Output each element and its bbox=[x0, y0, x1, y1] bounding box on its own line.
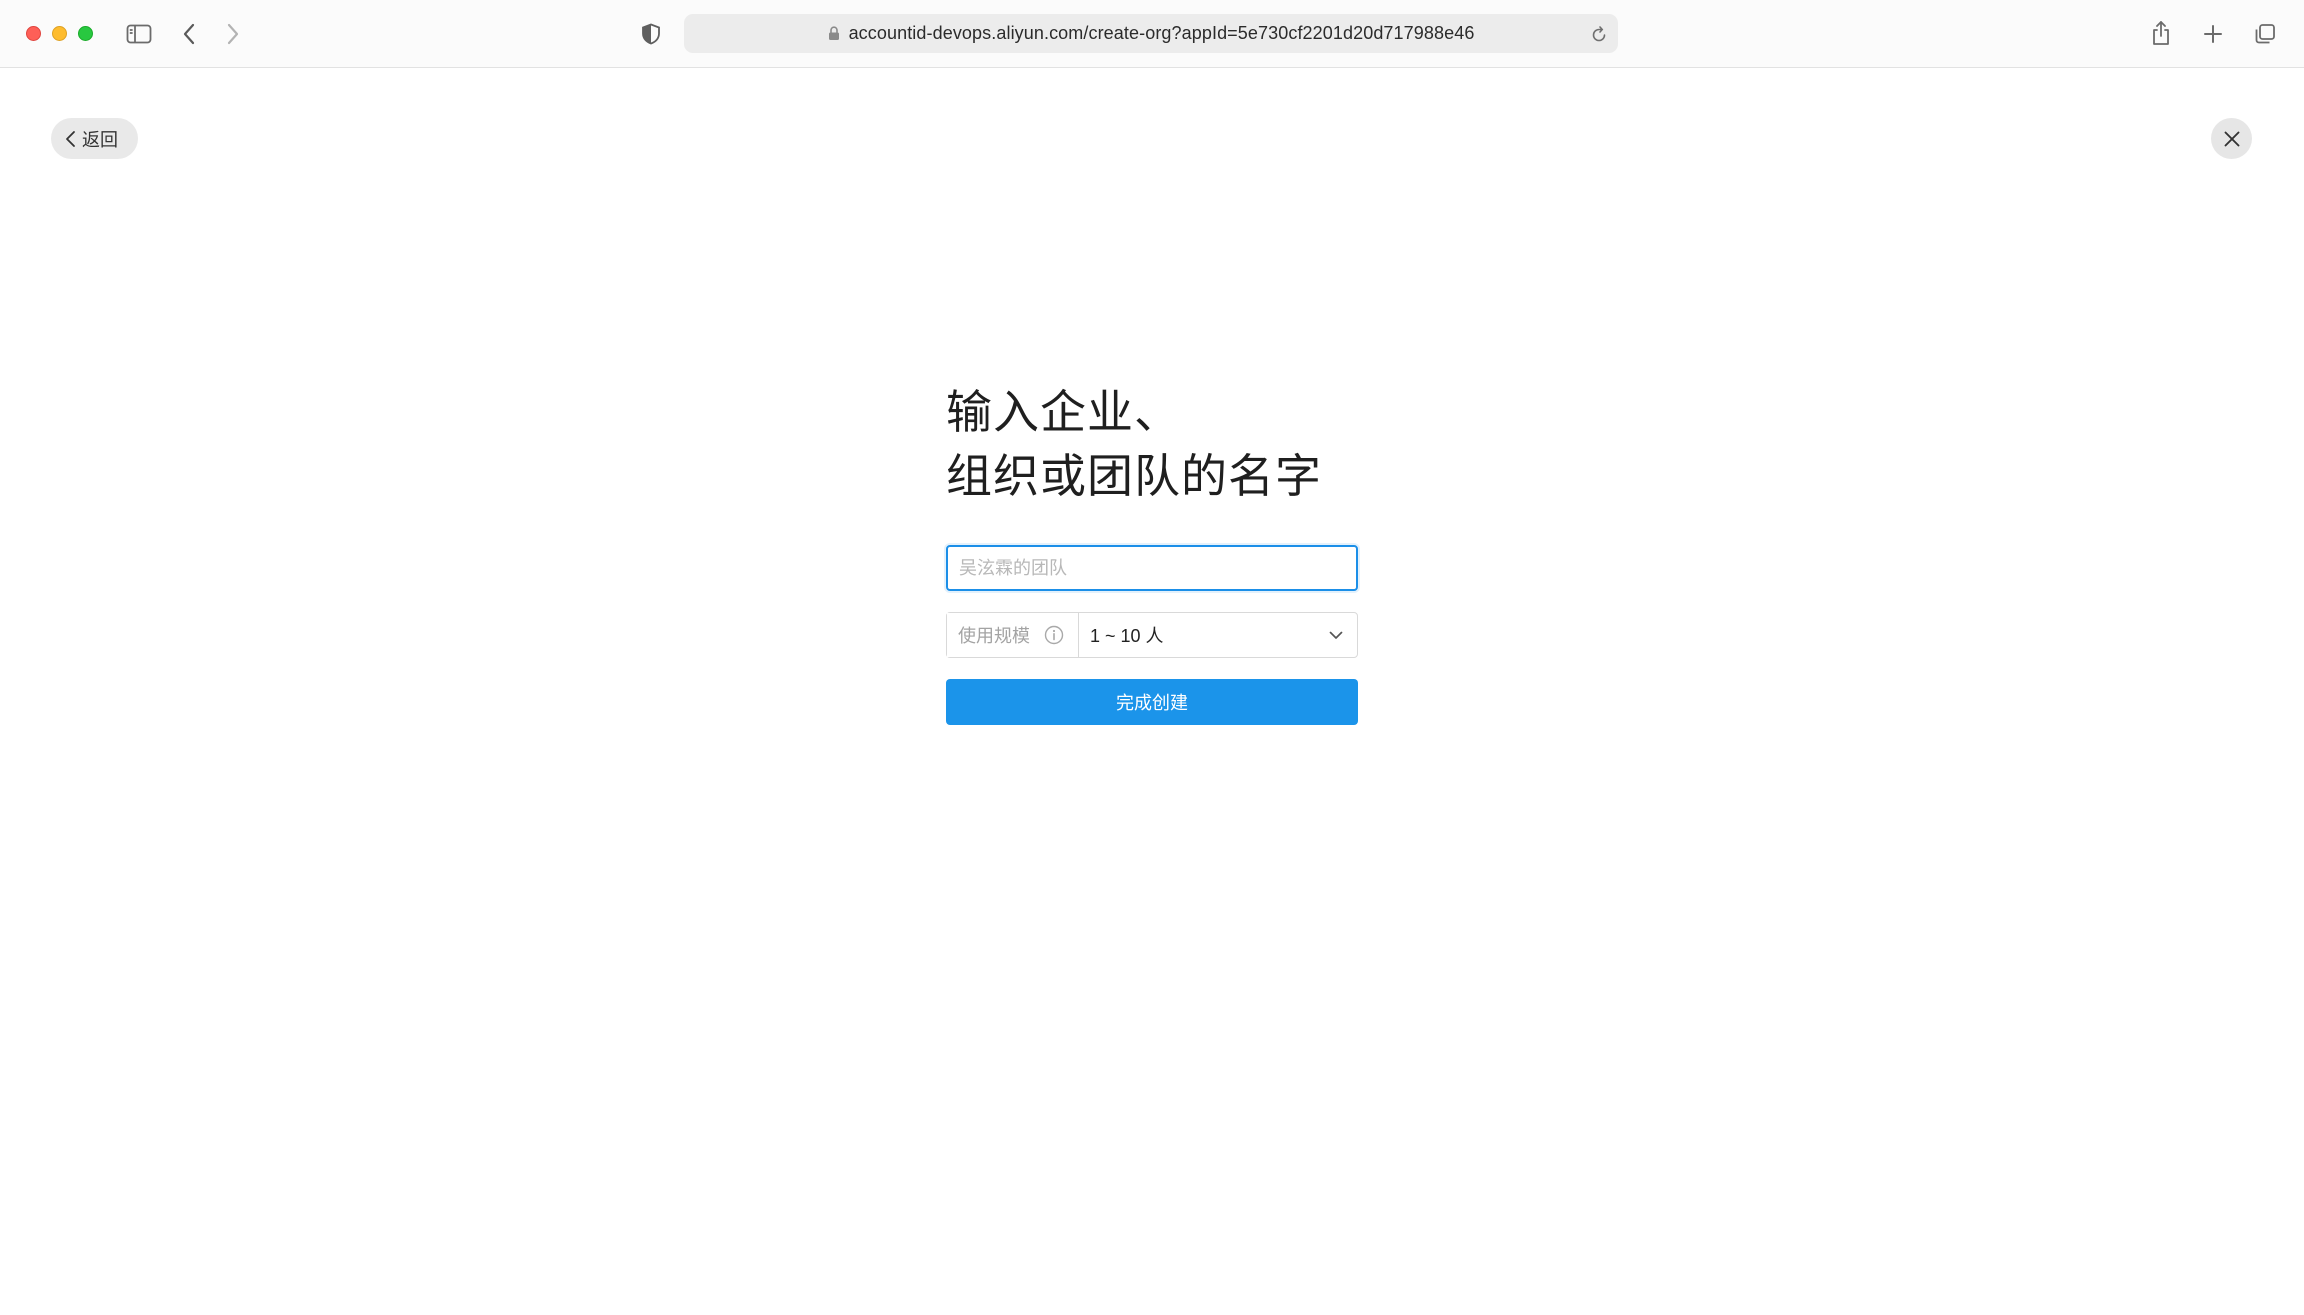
chevron-left-icon[interactable] bbox=[178, 20, 200, 48]
share-icon[interactable] bbox=[2148, 17, 2174, 49]
usage-scale-select[interactable]: 1 ~ 10 人 bbox=[1079, 613, 1357, 657]
info-icon[interactable] bbox=[1044, 625, 1064, 645]
tabs-overview-icon[interactable] bbox=[2252, 20, 2278, 48]
back-button-label: 返回 bbox=[82, 129, 118, 150]
chevron-down-icon bbox=[1329, 631, 1343, 640]
close-button[interactable] bbox=[2211, 118, 2252, 159]
chevron-left-icon bbox=[65, 130, 76, 148]
page-title: 输入企业、 组织或团队的名字 bbox=[946, 380, 1358, 508]
usage-scale-value: 1 ~ 10 人 bbox=[1090, 626, 1164, 646]
close-icon bbox=[2223, 130, 2241, 148]
back-button[interactable]: 返回 bbox=[51, 118, 138, 159]
url-text: accountid-devops.aliyun.com/create-org?a… bbox=[848, 23, 1475, 43]
create-org-form: 输入企业、 组织或团队的名字 使用规模 1 ~ 10 人 完成创建 bbox=[946, 380, 1358, 725]
plus-icon[interactable] bbox=[2200, 20, 2226, 48]
shield-icon[interactable] bbox=[638, 20, 664, 48]
lock-icon bbox=[828, 26, 840, 41]
usage-scale-field: 使用规模 1 ~ 10 人 bbox=[946, 612, 1358, 658]
usage-scale-label: 使用规模 bbox=[958, 626, 1030, 646]
reload-icon[interactable] bbox=[1590, 24, 1608, 44]
org-name-input[interactable] bbox=[946, 545, 1358, 591]
page-title-line2: 组织或团队的名字 bbox=[946, 450, 1322, 502]
window-close-button[interactable] bbox=[26, 26, 41, 41]
window-minimize-button[interactable] bbox=[52, 26, 67, 41]
create-submit-button[interactable]: 完成创建 bbox=[946, 679, 1358, 725]
usage-scale-label-box: 使用规模 bbox=[947, 613, 1079, 657]
page-title-line1: 输入企业、 bbox=[946, 386, 1181, 438]
address-bar[interactable]: accountid-devops.aliyun.com/create-org?a… bbox=[684, 14, 1618, 53]
window-zoom-button[interactable] bbox=[78, 26, 93, 41]
sidebar-toggle-icon[interactable] bbox=[124, 20, 154, 48]
browser-toolbar: accountid-devops.aliyun.com/create-org?a… bbox=[0, 0, 2304, 68]
chevron-right-icon[interactable] bbox=[222, 20, 244, 48]
